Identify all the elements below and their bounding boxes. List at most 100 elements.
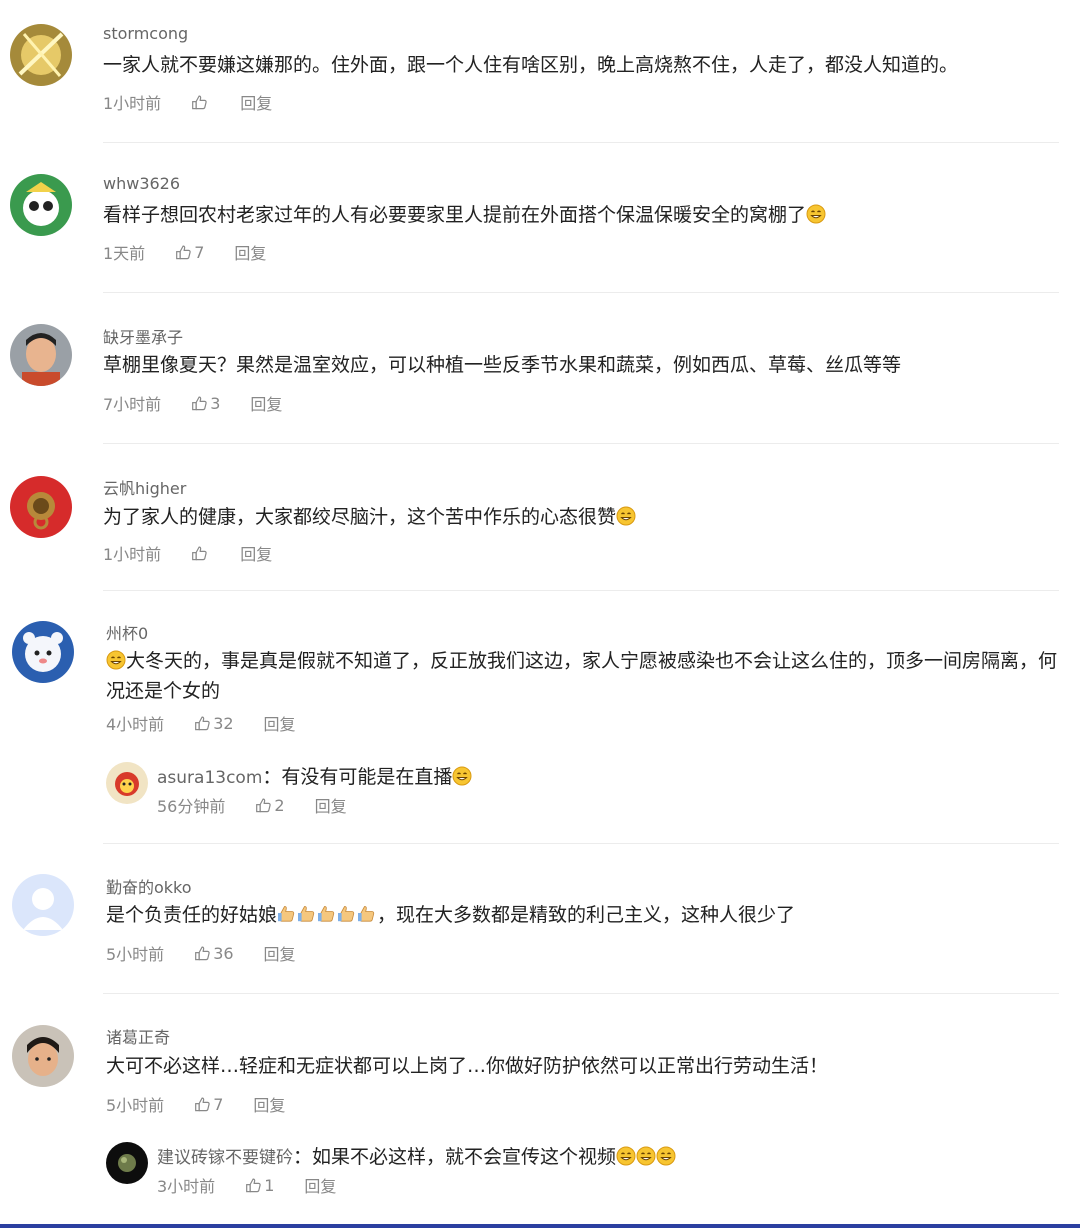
comment-text-body: 看样子想回农村老家过年的人有必要要家里人提前在外面搭个保温保暖安全的窝棚了	[103, 204, 807, 226]
smile-emoji-icon	[806, 204, 826, 224]
comment-meta: 7小时前 3 回复	[103, 391, 282, 415]
like-count: 36	[213, 943, 234, 963]
thumbs-up-emoji-icon	[297, 904, 317, 924]
comment-meta: 1小时前 回复	[103, 541, 272, 565]
avatar[interactable]	[12, 621, 74, 683]
thumbs-up-icon	[245, 1177, 262, 1194]
username[interactable]: whw3626	[103, 174, 180, 193]
avatar[interactable]	[10, 174, 72, 236]
comment-text: 一家人就不要嫌这嫌那的。住外面，跟一个人住有啥区别，晚上高烧熬不住，人走了，都没…	[103, 54, 959, 76]
username[interactable]: 勤奋的okko	[106, 874, 192, 898]
comment-time: 5小时前	[106, 945, 165, 964]
avatar[interactable]	[10, 24, 72, 86]
like-button[interactable]	[191, 94, 210, 111]
like-button[interactable]: 7	[194, 1095, 223, 1114]
reply-button[interactable]: 回复	[304, 1173, 336, 1197]
comment-text: 为了家人的健康，大家都绞尽脑汁，这个苦中作乐的心态很赞	[103, 502, 636, 532]
reply-button[interactable]: 回复	[264, 711, 296, 735]
username[interactable]: 云帆higher	[103, 475, 186, 499]
reply-text: 建议砖镓不要键砛：如果不必这样，就不会宣传这个视频	[157, 1142, 676, 1169]
divider	[103, 292, 1059, 293]
reply-button[interactable]: 回复	[315, 793, 347, 817]
reply-button[interactable]: 回复	[240, 541, 272, 565]
thumbs-up-emoji-icon	[317, 904, 337, 924]
thumbs-up-icon	[191, 94, 208, 111]
divider	[103, 142, 1059, 143]
grin-emoji-icon	[636, 1146, 656, 1166]
comment-time: 7小时前	[103, 395, 162, 414]
like-button[interactable]: 36	[194, 943, 234, 963]
reply-username[interactable]: asura13com	[157, 768, 262, 788]
thumbs-up-emoji-icon	[337, 904, 357, 924]
thumbs-up-icon	[194, 715, 211, 732]
comment-meta: 1天前 7 回复	[103, 240, 266, 264]
like-count: 3	[210, 393, 221, 413]
bottom-accent-bar	[0, 1224, 1080, 1228]
reply-button[interactable]: 回复	[253, 1092, 285, 1116]
thumbs-up-emoji-icon	[277, 904, 297, 924]
reply-separator: ：	[293, 1146, 313, 1168]
thumbs-up-emoji-icon	[357, 904, 377, 924]
comment-meta: 5小时前 36 回复	[106, 941, 296, 965]
like-count: 2	[274, 795, 285, 815]
reply-body: 有没有可能是在直播	[281, 766, 453, 788]
reply-button[interactable]: 回复	[234, 240, 266, 264]
reply-username[interactable]: 建议砖镓不要键砛	[157, 1148, 293, 1168]
comment-time: 1小时前	[103, 545, 162, 564]
thumbs-up-icon	[194, 1096, 211, 1113]
username[interactable]: 州杯0	[106, 620, 148, 644]
like-count: 7	[213, 1094, 224, 1114]
comment-text-tail: ，现在大多数都是精致的利己主义，这种人很少了	[377, 904, 796, 926]
reply-like-button[interactable]: 2	[255, 795, 285, 815]
avatar[interactable]	[12, 874, 74, 936]
comment-text: 是个负责任的好姑娘 ，现在大多数都是精致的利己主义，这种人很少了	[106, 900, 795, 930]
thumbs-up-icon	[255, 797, 272, 814]
comment-meta: 4小时前 32 回复	[106, 711, 296, 735]
avatar[interactable]	[10, 324, 72, 386]
grin-emoji-icon	[452, 766, 472, 786]
reply-button[interactable]: 回复	[250, 391, 282, 415]
avatar[interactable]	[10, 476, 72, 538]
reply-body: 如果不必这样，就不会宣传这个视频	[312, 1146, 617, 1168]
like-button[interactable]: 7	[175, 243, 204, 262]
reply-button[interactable]: 回复	[240, 90, 272, 114]
comment-meta: 5小时前 7 回复	[106, 1092, 285, 1116]
like-button[interactable]	[191, 545, 210, 562]
divider	[103, 843, 1059, 844]
like-button[interactable]: 32	[194, 713, 234, 733]
comment-text-body: 大冬天的，事是真是假就不知道了，反正放我们这边，家人宁愿被感染也不会让这么住的，…	[106, 650, 1058, 702]
comment-text-body: 为了家人的健康，大家都绞尽脑汁，这个苦中作乐的心态很赞	[103, 506, 617, 528]
grin-emoji-icon	[616, 1146, 636, 1166]
comment-text: 看样子想回农村老家过年的人有必要要家里人提前在外面搭个保温保暖安全的窝棚了	[103, 200, 826, 230]
reply-button[interactable]: 回复	[264, 941, 296, 965]
username[interactable]: 缺牙墨承子	[103, 324, 183, 348]
like-button[interactable]: 3	[191, 394, 220, 413]
username[interactable]: 诸葛正奇	[106, 1024, 170, 1048]
comment-text-body: 是个负责任的好姑娘	[106, 904, 278, 926]
comment-meta: 1小时前 回复	[103, 90, 272, 114]
comment-time: 4小时前	[106, 715, 165, 734]
avatar[interactable]	[12, 1025, 74, 1087]
comment-time: 1小时前	[103, 94, 162, 113]
comment-text: 大可不必这样…轻症和无症状都可以上岗了…你做好防护依然可以正常出行劳动生活！	[106, 1055, 829, 1077]
laugh-emoji-icon	[106, 650, 126, 670]
reply-separator: ：	[262, 766, 282, 788]
reply-time: 3小时前	[157, 1177, 216, 1196]
reply-avatar[interactable]	[106, 1142, 148, 1184]
comment-text: 草棚里像夏天？果然是温室效应，可以种植一些反季节水果和蔬菜，例如西瓜、草莓、丝瓜…	[103, 354, 902, 376]
divider	[103, 993, 1059, 994]
divider	[103, 590, 1059, 591]
like-count: 1	[264, 1175, 275, 1195]
reply-like-button[interactable]: 1	[245, 1176, 274, 1195]
thumbs-up-icon	[175, 244, 192, 261]
thumbs-up-icon	[191, 545, 208, 562]
comment-time: 1天前	[103, 244, 146, 263]
reply-avatar[interactable]	[106, 762, 148, 804]
username[interactable]: stormcong	[103, 24, 188, 43]
smile-emoji-icon	[616, 506, 636, 526]
like-count: 32	[213, 713, 234, 733]
comment-time: 5小时前	[106, 1096, 165, 1115]
reply-meta: 56分钟前 2 回复	[157, 793, 347, 817]
reply-time: 56分钟前	[157, 797, 226, 816]
comment-text: 大冬天的，事是真是假就不知道了，反正放我们这边，家人宁愿被感染也不会让这么住的，…	[106, 646, 1061, 706]
